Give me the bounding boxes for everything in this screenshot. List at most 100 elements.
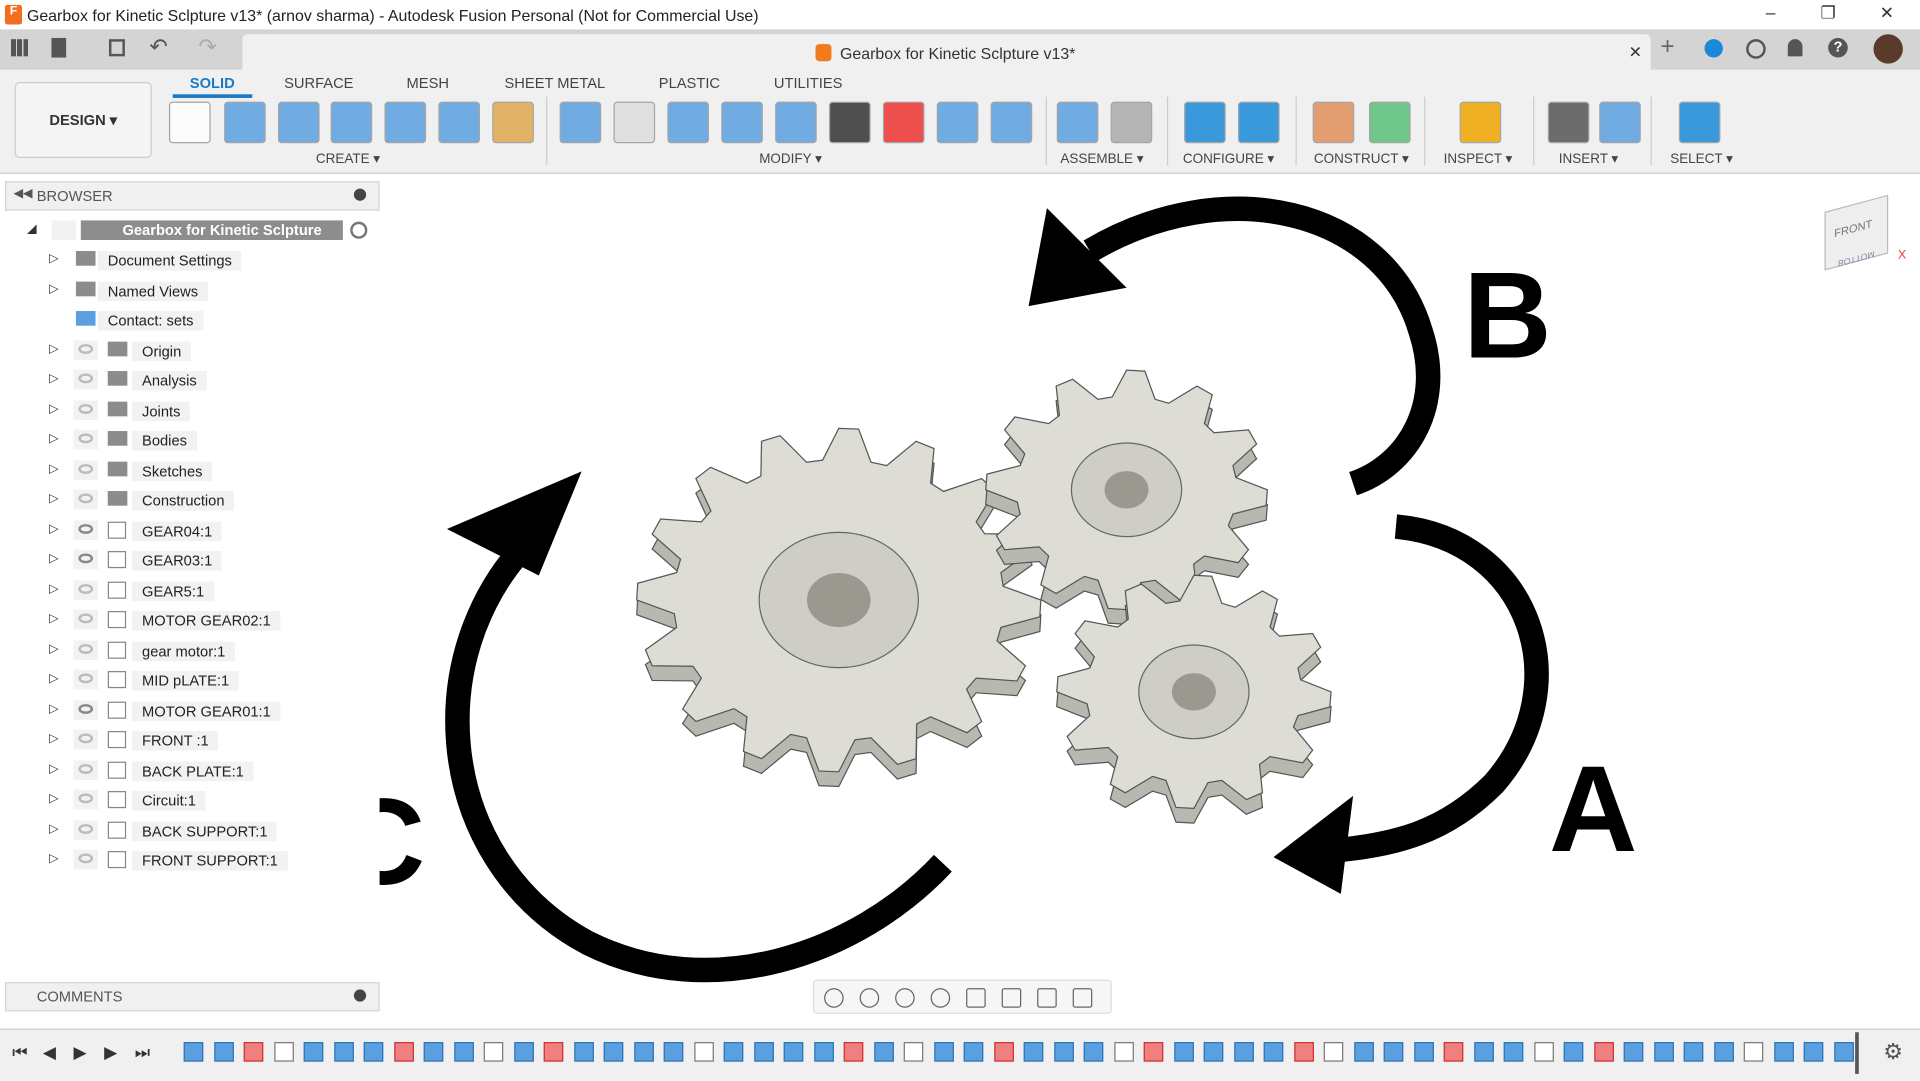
add-comment-icon[interactable] <box>353 989 367 1002</box>
tab-solid[interactable]: SOLID <box>172 75 252 98</box>
viewports-icon[interactable] <box>1072 988 1093 1008</box>
eye-hidden-icon[interactable] <box>73 459 98 480</box>
display-settings-icon[interactable] <box>1001 988 1022 1008</box>
expand-icon[interactable]: ▷ <box>49 522 58 535</box>
configuration-table-icon[interactable] <box>1237 101 1280 144</box>
timeline-play-button[interactable]: ▶ <box>73 1042 86 1063</box>
timeline-first-button[interactable]: ⏮ <box>12 1042 27 1063</box>
timeline-feature[interactable] <box>903 1042 924 1062</box>
browser-item[interactable]: ▷ MID pLATE:1 <box>0 667 367 691</box>
timeline-feature[interactable] <box>1443 1042 1464 1062</box>
timeline-feature[interactable] <box>813 1042 834 1062</box>
timeline-feature[interactable] <box>393 1042 414 1062</box>
eye-hidden-icon[interactable] <box>73 639 98 660</box>
workspace-switcher[interactable]: DESIGN ▾ <box>14 82 152 158</box>
browser-item[interactable]: ▷ Sketches <box>0 457 367 481</box>
insert-canvas-icon[interactable] <box>1599 101 1641 144</box>
minimize-button[interactable]: – <box>1746 2 1795 26</box>
timeline-feature[interactable] <box>1743 1042 1764 1062</box>
close-window-button[interactable]: ✕ <box>1862 2 1911 26</box>
midplane-icon[interactable] <box>1368 101 1411 144</box>
browser-item[interactable]: ▷ FRONT SUPPORT:1 <box>0 847 367 871</box>
expand-icon[interactable]: ▷ <box>49 852 58 865</box>
eye-hidden-icon[interactable] <box>73 489 98 510</box>
orbit-icon[interactable] <box>824 988 844 1008</box>
create-sketch-icon[interactable] <box>168 101 211 144</box>
timeline-feature[interactable] <box>1503 1042 1524 1062</box>
browser-item[interactable]: ▷ Origin <box>0 337 367 361</box>
timeline-feature[interactable] <box>513 1042 534 1062</box>
eye-hidden-icon[interactable] <box>73 369 98 390</box>
new-tab-icon[interactable]: + <box>1660 33 1674 61</box>
timeline-feature[interactable] <box>933 1042 954 1062</box>
eye-hidden-icon[interactable] <box>73 789 98 810</box>
configure-icon[interactable] <box>1184 101 1226 144</box>
timeline-feature[interactable] <box>213 1042 234 1062</box>
document-tab-close[interactable]: ✕ <box>1629 43 1642 63</box>
timeline-feature[interactable] <box>1113 1042 1134 1062</box>
timeline-feature[interactable] <box>663 1042 684 1062</box>
eye-hidden-icon[interactable] <box>73 759 98 780</box>
timeline-feature[interactable] <box>423 1042 444 1062</box>
group-modify-menu[interactable]: MODIFY ▾ <box>759 151 822 167</box>
expand-icon[interactable]: ▷ <box>49 432 58 445</box>
timeline-feature[interactable] <box>633 1042 654 1062</box>
browser-item[interactable]: ▷ Document Settings <box>0 247 367 271</box>
browser-item[interactable]: ▷ GEAR03:1 <box>0 547 367 571</box>
timeline-feature[interactable] <box>1773 1042 1794 1062</box>
eye-hidden-icon[interactable] <box>73 819 98 840</box>
notifications-icon[interactable] <box>1787 39 1803 57</box>
browser-item[interactable]: ▷ BACK SUPPORT:1 <box>0 817 367 841</box>
shell-icon[interactable] <box>667 101 709 144</box>
timeline-feature[interactable] <box>483 1042 504 1062</box>
zoom-window-icon[interactable] <box>966 988 986 1008</box>
timeline-feature[interactable] <box>783 1042 804 1062</box>
timeline-feature[interactable] <box>183 1042 204 1062</box>
help-icon[interactable]: ? <box>1828 37 1848 58</box>
expand-icon[interactable]: ▷ <box>49 282 58 295</box>
timeline-feature[interactable] <box>1173 1042 1194 1062</box>
collapse-browser-icon[interactable]: ◀◀ <box>13 187 32 200</box>
combine-icon[interactable] <box>721 101 763 144</box>
tab-plastic[interactable]: PLASTIC <box>659 75 720 92</box>
expand-icon[interactable]: ▷ <box>49 732 58 745</box>
timeline-feature[interactable] <box>1233 1042 1254 1062</box>
offset-plane-icon[interactable] <box>1312 101 1355 144</box>
expand-icon[interactable]: ▷ <box>49 552 58 565</box>
eye-hidden-icon[interactable] <box>73 579 98 600</box>
select-icon[interactable] <box>1678 101 1721 144</box>
timeline-feature[interactable] <box>1563 1042 1584 1062</box>
apps-grid-icon[interactable] <box>11 39 29 57</box>
timeline-feature[interactable] <box>1623 1042 1644 1062</box>
eye-hidden-icon[interactable] <box>73 399 98 420</box>
timeline-feature[interactable] <box>963 1042 984 1062</box>
timeline-feature[interactable] <box>1383 1042 1404 1062</box>
expand-icon[interactable]: ▷ <box>49 582 58 595</box>
timeline-feature[interactable] <box>603 1042 624 1062</box>
redo-icon[interactable]: ↷ <box>198 34 216 60</box>
timeline-feature[interactable] <box>543 1042 564 1062</box>
timeline-feature[interactable] <box>1683 1042 1704 1062</box>
timeline-feature[interactable] <box>573 1042 594 1062</box>
undo-icon[interactable]: ↶ <box>149 34 167 60</box>
eye-icon[interactable] <box>73 549 98 570</box>
insert-derive-icon[interactable] <box>1547 101 1590 144</box>
rectangular-pattern-icon[interactable] <box>330 101 373 144</box>
save-icon[interactable] <box>108 39 125 57</box>
timeline-feature[interactable] <box>1143 1042 1164 1062</box>
browser-item[interactable]: ▷ Construction <box>0 487 367 511</box>
group-assemble-menu[interactable]: ASSEMBLE ▾ <box>1060 151 1143 167</box>
timeline-feature[interactable] <box>1713 1042 1734 1062</box>
timeline-feature[interactable] <box>363 1042 384 1062</box>
eye-hidden-icon[interactable] <box>73 849 98 870</box>
expand-icon[interactable]: ▷ <box>49 822 58 835</box>
timeline-feature[interactable] <box>993 1042 1014 1062</box>
expand-icon[interactable]: ▷ <box>49 492 58 505</box>
eye-hidden-icon[interactable] <box>73 429 98 450</box>
expand-icon[interactable]: ▷ <box>49 342 58 355</box>
comments-panel[interactable]: COMMENTS <box>4 982 380 1012</box>
eye-hidden-icon[interactable] <box>73 339 98 360</box>
browser-item[interactable]: ▷ GEAR5:1 <box>0 577 367 601</box>
measure-icon[interactable] <box>1459 101 1502 144</box>
browser-item[interactable]: ▷ Bodies <box>0 427 367 451</box>
